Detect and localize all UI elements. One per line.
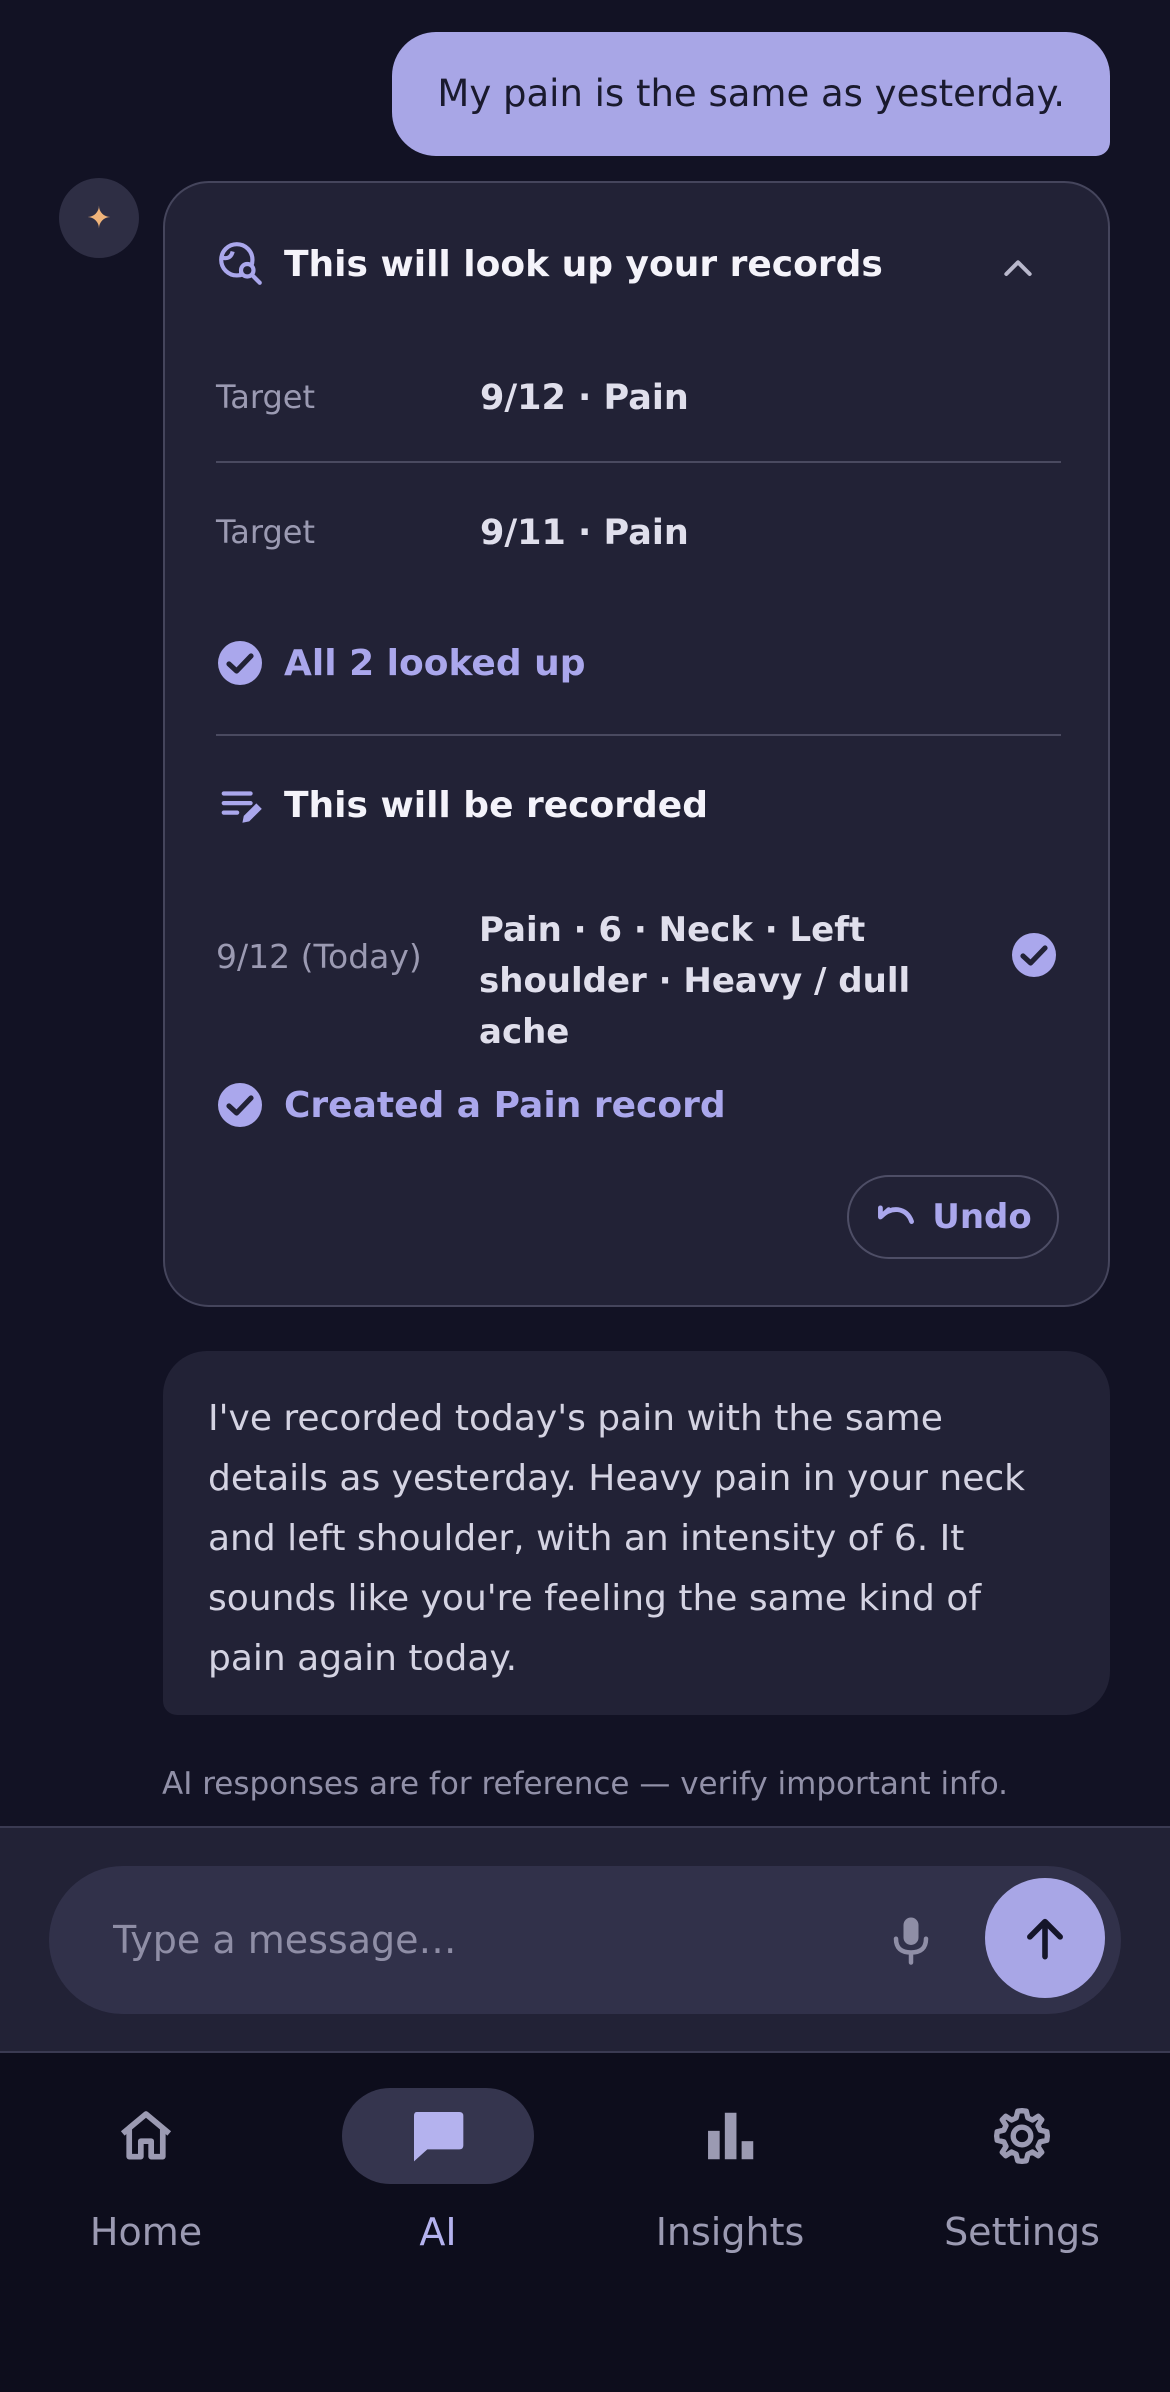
divider <box>216 734 1061 736</box>
gear-icon <box>994 2108 1050 2164</box>
lookup-row-value: 9/12 · Pain <box>480 378 689 418</box>
record-value: Pain · 6 · Neck · Left shoulder · Heavy … <box>479 910 911 1052</box>
nav-item-home[interactable]: Home <box>0 2088 292 2254</box>
lookup-row-label: Target <box>216 513 315 551</box>
bottom-navigation: Home AI Insights Settings <box>0 2053 1170 2392</box>
chevron-up-icon[interactable] <box>998 249 1038 289</box>
nav-item-insights[interactable]: Insights <box>584 2088 876 2254</box>
send-button[interactable] <box>985 1878 1105 1998</box>
assistant-avatar: ✦ <box>59 178 139 258</box>
lookup-header[interactable]: This will look up your records <box>216 239 883 289</box>
divider <box>216 461 1061 463</box>
bar-chart-icon <box>708 2112 754 2160</box>
arrow-up-icon <box>1027 1918 1063 1960</box>
nav-label: Settings <box>944 2210 1100 2254</box>
nav-label: Insights <box>655 2210 805 2254</box>
record-title: This will be recorded <box>284 784 708 826</box>
record-status: Created a Pain record <box>216 1081 726 1129</box>
undo-label: Undo <box>932 1197 1032 1237</box>
lookup-status-text: All 2 looked up <box>284 642 586 684</box>
record-status-text: Created a Pain record <box>284 1084 726 1126</box>
check-circle-icon <box>1012 933 1056 977</box>
message-input[interactable] <box>113 1866 873 2014</box>
undo-button[interactable]: Undo <box>847 1175 1059 1259</box>
ai-disclaimer: AI responses are for reference — verify … <box>161 1766 1008 1802</box>
search-records-icon <box>216 239 266 289</box>
check-circle-icon <box>218 1083 262 1127</box>
message-input-container <box>49 1866 1121 2014</box>
edit-list-icon <box>216 780 266 830</box>
nav-item-ai[interactable]: AI <box>292 2088 584 2254</box>
nav-label: Home <box>89 2210 203 2254</box>
microphone-icon[interactable] <box>881 1910 941 1970</box>
chat-icon <box>414 2112 464 2162</box>
record-header: This will be recorded <box>216 780 708 830</box>
user-message-bubble: My pain is the same as yesterday. <box>392 32 1110 156</box>
tool-call-card: This will look up your records Target 9/… <box>163 181 1110 1307</box>
lookup-title: This will look up your records <box>284 243 883 285</box>
undo-icon <box>878 1205 915 1224</box>
nav-label: AI <box>419 2210 457 2254</box>
lookup-row-value: 9/11 · Pain <box>480 513 689 553</box>
message-composer <box>0 1826 1170 2053</box>
lookup-row-label: Target <box>216 378 315 416</box>
home-icon <box>120 2111 172 2160</box>
check-circle-icon <box>218 641 262 685</box>
sparkle-icon: ✦ <box>86 200 112 236</box>
assistant-reply-bubble: I've recorded today's pain with the same… <box>163 1351 1110 1715</box>
chat-screen: My pain is the same as yesterday. ✦ This… <box>0 0 1170 2392</box>
nav-item-settings[interactable]: Settings <box>876 2088 1168 2254</box>
lookup-status: All 2 looked up <box>216 639 586 687</box>
record-date: 9/12 (Today) <box>216 937 422 976</box>
